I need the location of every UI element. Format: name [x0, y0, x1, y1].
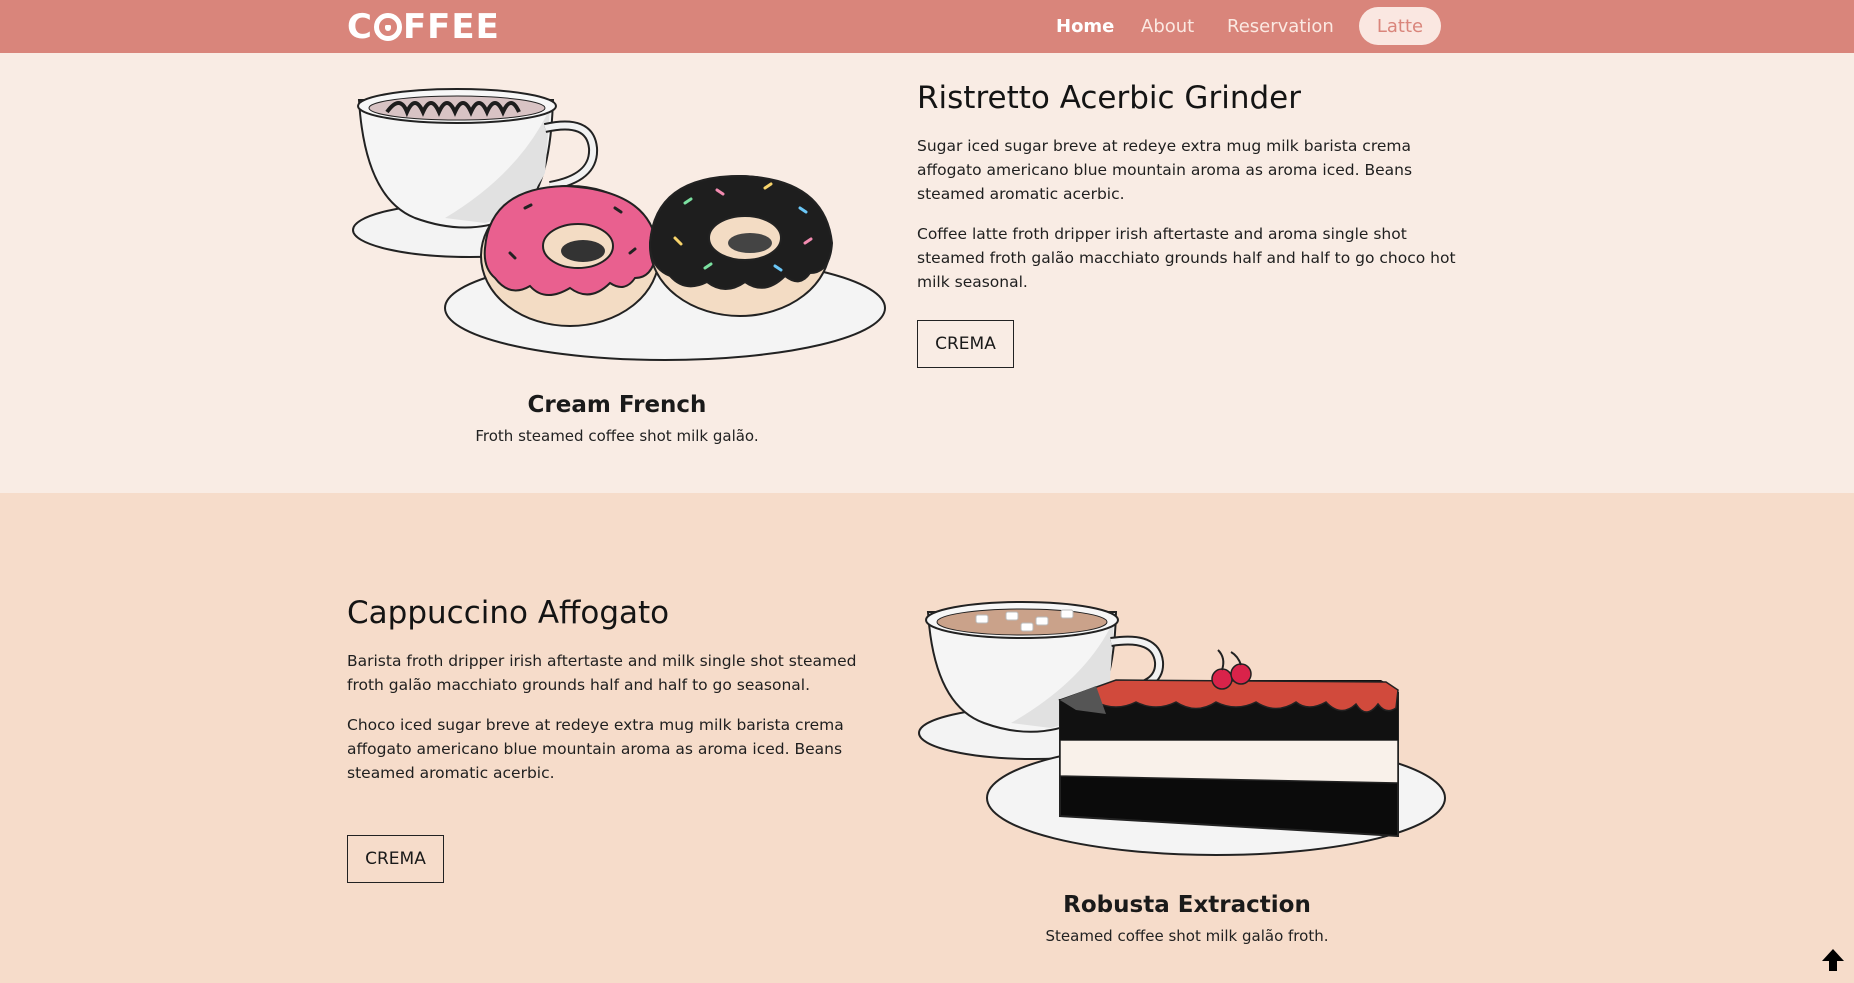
crema-button-2[interactable]: CREMA	[347, 835, 444, 883]
logo-text-end: FFEE	[402, 7, 500, 47]
caption-title-robusta-extraction: Robusta Extraction	[1063, 892, 1311, 918]
caption-sub-robusta-extraction: Steamed coffee shot milk galão froth.	[1045, 927, 1329, 945]
nav-home-link[interactable]: Home	[1056, 0, 1114, 53]
feature-paragraph-1b: Coffee latte froth dripper irish afterta…	[917, 225, 1456, 291]
caption-sub-cream-french: Froth steamed coffee shot milk galão.	[475, 427, 759, 445]
feature-heading-2: Cappuccino Affogato	[347, 595, 670, 631]
logo-text-start: C	[347, 7, 373, 47]
arrow-up-icon[interactable]	[1820, 947, 1846, 973]
feature-paragraph-1a: Sugar iced sugar breve at redeye extra m…	[917, 137, 1413, 203]
crema-button-1[interactable]: CREMA	[917, 320, 1014, 368]
coffee-cup-icon	[373, 13, 402, 41]
navbar: C FFEE Home About Reservation Latte	[0, 0, 1854, 53]
logo[interactable]: C FFEE	[347, 6, 500, 48]
caption-title-cream-french: Cream French	[527, 392, 707, 418]
nav-latte-button[interactable]: Latte	[1359, 7, 1441, 45]
nav-reservation-link[interactable]: Reservation	[1227, 0, 1334, 53]
coffee-donuts-illustration	[352, 88, 886, 361]
feature-paragraph-2b: Choco iced sugar breve at redeye extra m…	[347, 716, 844, 782]
nav-about-link[interactable]: About	[1141, 0, 1194, 53]
feature-heading-1: Ristretto Acerbic Grinder	[917, 80, 1301, 116]
feature-paragraph-2a: Barista froth dripper irish aftertaste a…	[347, 652, 857, 694]
coffee-cake-illustration	[918, 601, 1446, 856]
